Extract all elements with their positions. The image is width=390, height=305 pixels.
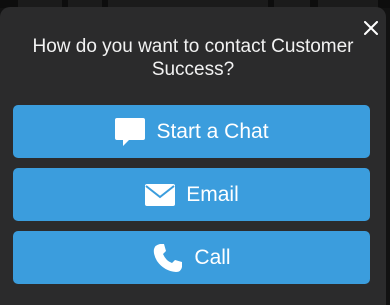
envelope-icon — [144, 183, 176, 207]
phone-icon — [152, 242, 184, 274]
contact-dialog: How do you want to contact Customer Succ… — [0, 7, 386, 305]
contact-options-screen: How do you want to contact Customer Succ… — [0, 0, 390, 305]
call-button[interactable]: Call — [13, 231, 370, 284]
call-label: Call — [194, 245, 231, 269]
start-chat-button[interactable]: Start a Chat — [13, 105, 370, 158]
email-button[interactable]: Email — [13, 168, 370, 221]
email-label: Email — [186, 182, 239, 206]
start-chat-label: Start a Chat — [156, 119, 269, 143]
chat-bubble-icon — [114, 116, 146, 148]
dialog-title: How do you want to contact Customer Succ… — [32, 36, 354, 80]
